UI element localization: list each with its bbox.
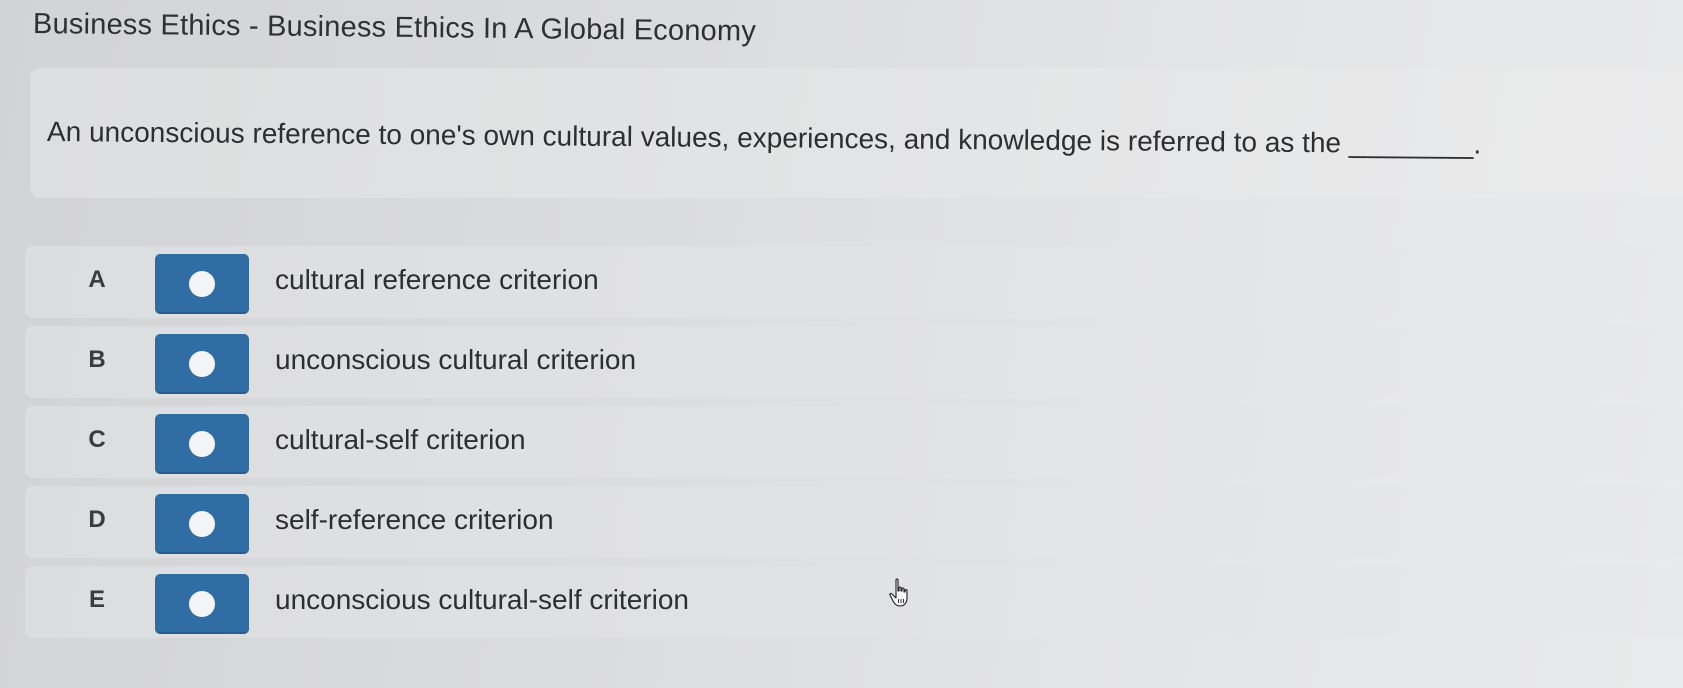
quiz-page: Business Ethics - Business Ethics In A G…	[0, 0, 1683, 688]
option-label: unconscious cultural-self criterion	[275, 584, 689, 615]
option-b[interactable]: B unconscious cultural criterion	[25, 326, 1683, 398]
option-letter: C	[88, 426, 106, 453]
question-text: An unconscious reference to one's own cu…	[46, 116, 1482, 160]
option-letter: E	[88, 586, 105, 613]
option-c[interactable]: C cultural-self criterion	[25, 406, 1683, 478]
option-letter: A	[88, 266, 106, 293]
radio-dot-icon	[189, 271, 215, 297]
hand-pointer-icon	[889, 578, 908, 607]
radio-dot-icon	[189, 431, 215, 457]
radio-button[interactable]	[155, 494, 249, 554]
radio-button[interactable]	[155, 414, 249, 474]
radio-dot-icon	[189, 591, 215, 617]
option-a[interactable]: A cultural reference criterion	[25, 246, 1683, 318]
page-title: Business Ethics - Business Ethics In A G…	[32, 8, 757, 48]
option-label: cultural reference criterion	[275, 264, 599, 295]
answer-options: A cultural reference criterion B unconsc…	[25, 246, 1683, 646]
option-label: unconscious cultural criterion	[275, 344, 637, 375]
option-d[interactable]: D self-reference criterion	[25, 486, 1683, 558]
option-letter: D	[88, 506, 106, 533]
question-card: An unconscious reference to one's own cu…	[30, 68, 1683, 198]
option-letter: B	[88, 346, 106, 373]
radio-button[interactable]	[155, 334, 249, 394]
option-e[interactable]: E unconscious cultural-self criterion	[25, 566, 1683, 638]
radio-dot-icon	[189, 511, 215, 537]
option-label: cultural-self criterion	[275, 424, 526, 455]
radio-dot-icon	[189, 351, 215, 377]
radio-button[interactable]	[155, 254, 249, 314]
radio-button[interactable]	[155, 574, 249, 634]
option-label: self-reference criterion	[275, 504, 554, 535]
